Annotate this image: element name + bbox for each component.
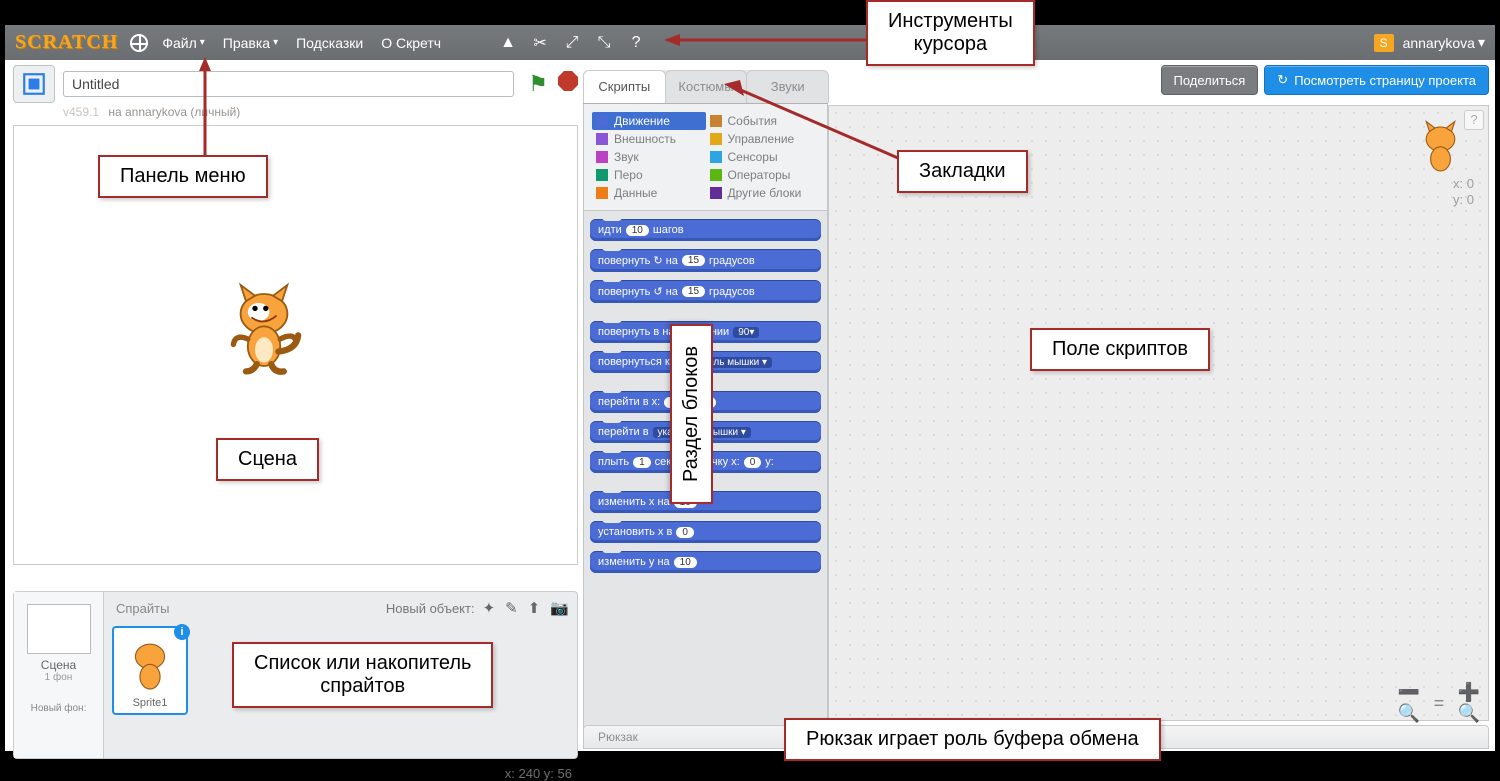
paint-icon[interactable]: ✎ — [505, 599, 518, 617]
help-icon[interactable]: ? — [627, 34, 645, 52]
view-project-label: Посмотреть страницу проекта — [1294, 73, 1476, 88]
block-change-y[interactable]: изменить y на10 — [590, 551, 821, 573]
stage-mouse-coords: x: 240 y: 56 — [505, 766, 572, 781]
sprite-cat[interactable] — [219, 276, 309, 375]
view-mode-toggle[interactable] — [13, 65, 55, 103]
zoom-controls: ➖🔍 = ➕🔍 — [1398, 692, 1480, 714]
cat-looks[interactable]: Внешность — [592, 130, 706, 148]
library-icon[interactable]: ✦ — [483, 599, 496, 617]
cat-more[interactable]: Другие блоки — [706, 184, 820, 202]
new-object-label: Новый объект: — [386, 601, 475, 616]
shrink-icon[interactable]: ⤡ — [595, 34, 613, 52]
sprites-header: Спрайты — [112, 601, 386, 616]
sprite-thumbnail — [1413, 116, 1468, 177]
cat-sound[interactable]: Звук — [592, 148, 706, 166]
zoom-in-icon[interactable]: ➕🔍 — [1458, 692, 1480, 714]
info-icon[interactable]: i — [174, 624, 190, 640]
view-project-button[interactable]: ↻ Посмотреть страницу проекта — [1264, 65, 1489, 95]
share-button[interactable]: Поделиться — [1161, 65, 1259, 95]
stage-thumb-label: Сцена — [14, 658, 103, 672]
zoom-reset-icon[interactable]: = — [1428, 692, 1450, 714]
stop-icon[interactable] — [558, 71, 578, 91]
menu-tips[interactable]: Подсказки — [296, 35, 363, 51]
menu-file[interactable]: Файл — [162, 35, 204, 51]
refresh-icon: ↻ — [1277, 72, 1288, 88]
username: annarykova — [1403, 35, 1475, 51]
cat-operators[interactable]: Операторы — [706, 166, 820, 184]
cursor-tools: ▲ ✂ ⤢ ⤡ ? — [499, 34, 645, 52]
callout-backpack: Рюкзак играет роль буфера обмена — [784, 718, 1161, 761]
callout-menu: Панель меню — [98, 155, 268, 198]
menu-edit[interactable]: Правка — [223, 35, 278, 51]
block-turn-ccw[interactable]: повернуть ↺ на15градусов — [590, 280, 821, 303]
top-action-row: Поделиться ↻ Посмотреть страницу проекта — [1161, 65, 1490, 95]
callout-scripts: Поле скриптов — [1030, 328, 1210, 371]
camera-icon[interactable]: 📷 — [550, 599, 569, 617]
block-set-x[interactable]: установить x в0 — [590, 521, 821, 543]
grow-icon[interactable]: ⤢ — [563, 34, 581, 52]
upload-icon[interactable]: ⬆ — [528, 599, 541, 617]
scratch-logo[interactable]: SCRATCH — [15, 31, 118, 54]
stage-thumb-sub: 1 фон — [14, 672, 103, 683]
new-backdrop-label: Новый фон: — [14, 703, 103, 714]
block-move[interactable]: идти10шагов — [590, 219, 821, 241]
menu-about[interactable]: О Скретч — [381, 35, 441, 51]
cat-motion[interactable]: Движение — [592, 112, 706, 130]
cat-data[interactable]: Данные — [592, 184, 706, 202]
version-label: v459.1 — [63, 105, 99, 119]
callout-tabs: Закладки — [897, 150, 1028, 193]
callout-stage: Сцена — [216, 438, 319, 481]
scripts-area[interactable]: ? x: 0y: 0 ➖🔍 = ➕🔍 — [828, 105, 1489, 721]
sprite-item[interactable]: i Sprite1 — [112, 626, 188, 715]
callout-sprites: Список или накопитель спрайтов — [232, 642, 493, 708]
user-avatar: S — [1374, 34, 1394, 52]
sprite-xy: x: 0y: 0 — [1453, 176, 1474, 208]
backpack-label: Рюкзак — [598, 730, 638, 744]
user-menu[interactable]: S annarykova▾ — [1374, 34, 1485, 52]
duplicate-icon[interactable]: ✂ — [531, 34, 549, 52]
zoom-out-icon[interactable]: ➖🔍 — [1398, 692, 1420, 714]
byline: на annarykova (личный) — [108, 105, 240, 119]
stage-thumb[interactable]: Сцена 1 фон Новый фон: — [14, 592, 104, 758]
stamp-icon[interactable]: ▲ — [499, 34, 517, 52]
callout-cursor-tools: Инструменты курсора — [866, 0, 1035, 66]
project-title-input[interactable] — [63, 71, 514, 97]
green-flag-icon[interactable]: ⚑ — [528, 71, 548, 97]
tab-scripts[interactable]: Скрипты — [583, 70, 666, 103]
callout-blocks: Раздел блоков — [670, 324, 713, 504]
globe-icon[interactable] — [130, 34, 148, 52]
cat-pen[interactable]: Перо — [592, 166, 706, 184]
block-turn-cw[interactable]: повернуть ↻ на15градусов — [590, 249, 821, 272]
sprite-name: Sprite1 — [116, 695, 184, 711]
